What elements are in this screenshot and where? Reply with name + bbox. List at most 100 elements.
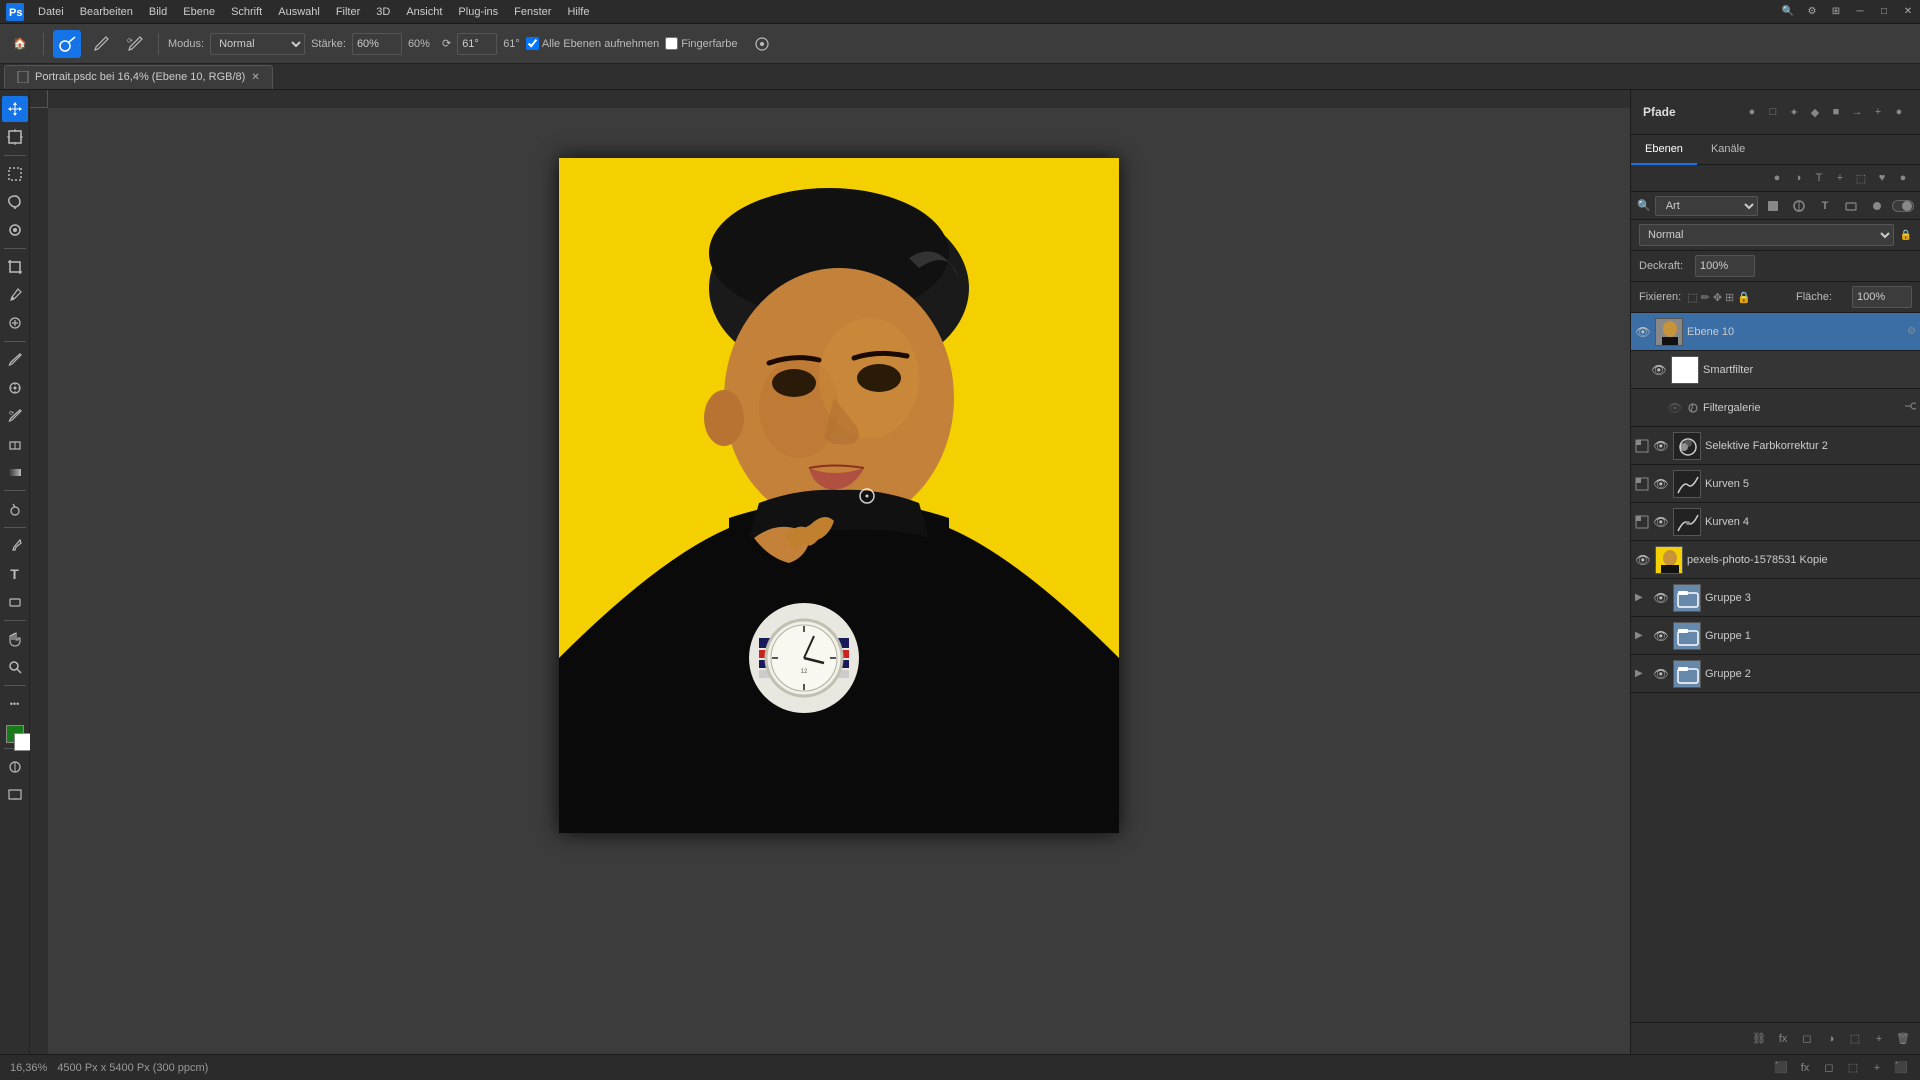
eyedropper-tool[interactable]	[2, 282, 28, 308]
tab-ebenen[interactable]: Ebenen	[1631, 135, 1697, 165]
layer-eye-gruppe1[interactable]: 👁	[1653, 628, 1669, 644]
shape-filter-btn[interactable]	[1840, 195, 1862, 217]
paths-star-btn[interactable]: ✦	[1785, 103, 1803, 121]
brush-settings-icon[interactable]	[748, 30, 776, 58]
fx-btn[interactable]: fx	[1796, 1059, 1814, 1077]
new-fill-layer-btn[interactable]: ◑	[1822, 1030, 1840, 1048]
adjustment-btn[interactable]: ◑	[1789, 169, 1807, 187]
layer-smartfilter[interactable]: 👁 Smartfilter	[1631, 351, 1920, 389]
lock-all-icon[interactable]: 🔒	[1737, 291, 1751, 304]
toggle-filter-btn[interactable]	[1892, 195, 1914, 217]
all-layers-checkbox[interactable]: Alle Ebenen aufnehmen	[526, 37, 659, 50]
paths-square-btn[interactable]: ■	[1827, 103, 1845, 121]
layer-photo-kopie[interactable]: 👁 pexels-photo-1578531 Kopie	[1631, 541, 1920, 579]
status-btn1[interactable]: ⬚	[1844, 1059, 1862, 1077]
close-btn[interactable]: ✕	[1896, 0, 1920, 24]
more-btn[interactable]: ●	[1894, 169, 1912, 187]
eraser-tool[interactable]	[2, 431, 28, 457]
add-mask-btn[interactable]: ◻	[1798, 1030, 1816, 1048]
lock-artboard-icon[interactable]: ⊞	[1725, 291, 1734, 304]
gradient-tool[interactable]	[2, 459, 28, 485]
clone-tool[interactable]	[2, 375, 28, 401]
maximize-btn[interactable]: □	[1872, 0, 1896, 24]
hand-tool[interactable]	[2, 626, 28, 652]
layer-ebene10[interactable]: 👁 Ebene 10 ⚙	[1631, 313, 1920, 351]
paths-rect-btn[interactable]: □	[1764, 103, 1782, 121]
layer-kind-select[interactable]: Art	[1655, 196, 1758, 216]
menu-bild[interactable]: Bild	[141, 0, 175, 24]
layer-eye-filtergalerie[interactable]: 👁	[1667, 400, 1683, 416]
layer-eye-kurven4[interactable]: 👁	[1653, 514, 1669, 530]
layer-kurven4[interactable]: 👁 Kurven 4	[1631, 503, 1920, 541]
ebene10-options[interactable]: ⚙	[1907, 326, 1916, 337]
background-color[interactable]	[14, 733, 32, 751]
healing-tool[interactable]	[2, 310, 28, 336]
minimize-btn[interactable]: ─	[1848, 0, 1872, 24]
menu-plugins[interactable]: Plug-ins	[450, 0, 506, 24]
layer-eye-photo[interactable]: 👁	[1635, 552, 1651, 568]
layer-gruppe3[interactable]: ▶ 👁 Gruppe 3	[1631, 579, 1920, 617]
artboard-tool[interactable]	[2, 124, 28, 150]
zoom-tool[interactable]	[2, 654, 28, 680]
menu-datei[interactable]: Datei	[30, 0, 72, 24]
adjustment-filter-btn[interactable]	[1788, 195, 1810, 217]
layer-eye-gruppe3[interactable]: 👁	[1653, 590, 1669, 606]
strength-input[interactable]	[352, 33, 402, 55]
add-style-btn[interactable]: fx	[1774, 1030, 1792, 1048]
delete-layer-btn[interactable]: 🗑	[1894, 1030, 1912, 1048]
shape-tool[interactable]	[2, 589, 28, 615]
layer-eye-selektive2[interactable]: 👁	[1653, 438, 1669, 454]
menu-bearbeiten[interactable]: Bearbeiten	[72, 0, 141, 24]
lasso-tool[interactable]	[2, 189, 28, 215]
lock-brush-icon[interactable]: ✏	[1701, 291, 1710, 304]
gruppe3-expand[interactable]: ▶	[1635, 592, 1649, 603]
layer-eye-gruppe2[interactable]: 👁	[1653, 666, 1669, 682]
pen-tool[interactable]	[2, 533, 28, 559]
history-brush-icon[interactable]: ⟳	[121, 30, 149, 58]
menu-ansicht[interactable]: Ansicht	[398, 0, 450, 24]
mode-select[interactable]: Normal Multiplizieren Abdunkeln	[210, 33, 305, 55]
folder-btn[interactable]: ⬚	[1852, 169, 1870, 187]
quick-mask-tool[interactable]	[2, 754, 28, 780]
brush-tool[interactable]	[2, 347, 28, 373]
layer-eye-smartfilter[interactable]: 👁	[1651, 362, 1667, 378]
paths-arrow-btn[interactable]: →	[1848, 103, 1866, 121]
canvas-image[interactable]: 12	[559, 158, 1119, 833]
gruppe2-expand[interactable]: ▶	[1635, 668, 1649, 679]
dodge-burn-tool[interactable]	[2, 496, 28, 522]
screen-mode[interactable]	[2, 782, 28, 808]
text-tool[interactable]: T	[2, 561, 28, 587]
search-btn[interactable]: 🔍	[1776, 0, 1800, 24]
tab-kanaele[interactable]: Kanäle	[1697, 135, 1759, 165]
smudge-tool-icon[interactable]	[53, 30, 81, 58]
new-fill-btn[interactable]: ●	[1768, 169, 1786, 187]
text-filter-btn[interactable]: T	[1814, 195, 1836, 217]
arrange-btn[interactable]: ⊞	[1824, 0, 1848, 24]
layer-kurven5[interactable]: 👁 Kurven 5	[1631, 465, 1920, 503]
layer-selektive2[interactable]: 👁 Selektive Farbkorrektur 2	[1631, 427, 1920, 465]
add-layer-btn[interactable]: +	[1831, 169, 1849, 187]
paths-plus-btn[interactable]: +	[1869, 103, 1887, 121]
blend-mode-select[interactable]: Normal	[1639, 224, 1894, 246]
menu-fenster[interactable]: Fenster	[506, 0, 559, 24]
document-tab[interactable]: Portrait.psdc bei 16,4% (Ebene 10, RGB/8…	[4, 65, 273, 89]
canvas-content[interactable]: 12	[48, 108, 1630, 1054]
quick-select-tool[interactable]	[2, 217, 28, 243]
finger-color-checkbox[interactable]: Fingerfarbe	[665, 37, 737, 50]
paths-close-btn[interactable]: ●	[1890, 103, 1908, 121]
layer-filtergalerie[interactable]: 👁 Filtergalerie	[1631, 389, 1920, 427]
menu-filter[interactable]: Filter	[328, 0, 368, 24]
status-btn2[interactable]: +	[1868, 1059, 1886, 1077]
crop-tool[interactable]	[2, 254, 28, 280]
layer-eye-kurven5[interactable]: 👁	[1653, 476, 1669, 492]
menu-hilfe[interactable]: Hilfe	[559, 0, 597, 24]
workspace-btn[interactable]: ⚙	[1800, 0, 1824, 24]
status-mask-btn[interactable]: ◻	[1820, 1059, 1838, 1077]
history-brush-tool[interactable]: ⟳	[2, 403, 28, 429]
smart-filter-btn[interactable]	[1866, 195, 1888, 217]
brush-icon[interactable]	[87, 30, 115, 58]
layer-eye-ebene10[interactable]: 👁	[1635, 324, 1651, 340]
gruppe1-expand[interactable]: ▶	[1635, 630, 1649, 641]
fav-btn[interactable]: ♥	[1873, 169, 1891, 187]
lock-transparency-icon[interactable]: ⬚	[1687, 291, 1697, 304]
